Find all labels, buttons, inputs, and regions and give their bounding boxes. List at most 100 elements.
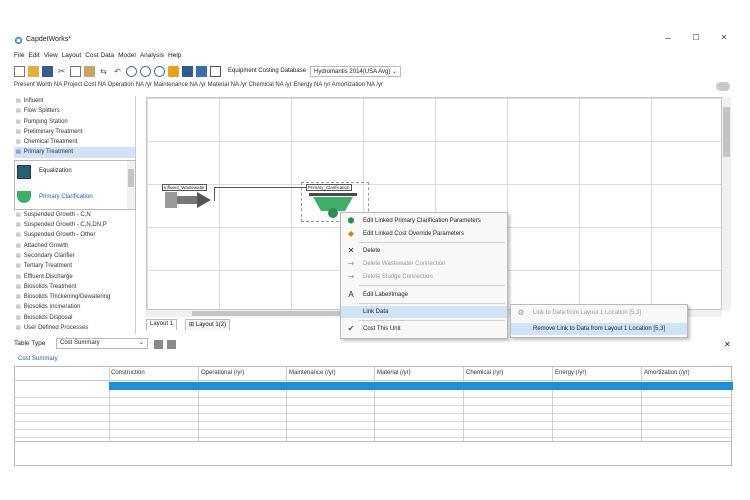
menu-view[interactable]: View [44,52,58,62]
building-icon[interactable] [210,65,221,77]
copy-icon[interactable] [70,65,81,77]
tree-item[interactable]: Suspended Growth - Other [14,230,135,240]
menu-item-cost-unit[interactable]: ✔ Cost This Unit [341,323,507,335]
menu-separator [359,320,505,321]
tab-label: Layout 1(2) [195,322,227,328]
zoom-fit-icon[interactable] [126,65,137,77]
submenu-item-remove-link[interactable]: Remove Link to Data from Layout 1 Locati… [511,323,687,335]
tree-item[interactable]: Biosolids Incineration [14,302,135,312]
vertical-scrollbar[interactable] [722,97,731,310]
menu-item-link-data[interactable]: Link Data [341,306,507,318]
menu-item-edit-params[interactable]: ⬢ Edit Linked Primary Clarification Param… [341,215,507,227]
app-icon [14,36,23,45]
table-row[interactable] [15,398,733,406]
tree-item[interactable]: Suspended Growth - C,N [14,210,135,220]
table-row[interactable] [15,390,733,398]
cut-icon[interactable]: ✂ [56,66,67,77]
table-footer-divider [15,441,731,442]
submenu-item-link[interactable]: ⚙ Link to Data from Layout 1 Location [5,… [511,307,687,319]
minimize-button[interactable]: – [660,33,676,47]
menu-help[interactable]: Help [168,52,181,62]
table-row[interactable] [15,422,733,430]
palette-scroll-thumb[interactable] [128,169,134,187]
tree-item[interactable]: Effluent Discharge [14,272,135,282]
zoom-out-icon[interactable] [154,65,165,77]
table-type-select[interactable]: Cost Summary ⌄ [56,338,148,349]
vertical-scroll-thumb[interactable] [723,107,730,157]
tree-item[interactable]: Preliminary Treatment [14,127,135,137]
column-header: Construction [111,370,145,376]
menu-layout[interactable]: Layout [62,52,82,62]
palette-item-equalization[interactable]: Equalization [17,164,125,182]
open-folder-icon[interactable] [28,65,39,77]
undo-icon[interactable]: ↶ [112,66,123,77]
menu-separator [359,242,505,243]
table-row[interactable] [15,414,733,422]
tree-item[interactable]: Chemical Treatment [14,137,135,147]
tree-item[interactable]: Biosolids Disposal [14,313,135,323]
link-data-submenu: ⚙ Link to Data from Layout 1 Location [5,… [510,304,688,338]
node-label[interactable]: Primary_Clarification [306,184,352,191]
maximize-button[interactable]: ☐ [688,33,704,47]
tree-item[interactable]: Biosolids Treatment [14,282,135,292]
tree-item[interactable]: Flow Splitters [14,106,135,116]
tree-item[interactable]: Tertiary Treatment [14,261,135,271]
menu-item-edit-cost[interactable]: ◆ Edit Linked Cost Override Parameters [341,228,507,240]
menu-item-label: Edit Linked Cost Override Parameters [363,231,465,237]
table-row[interactable] [15,406,733,414]
menu-item-label: Edit Label/Image [363,292,409,298]
connection-line[interactable] [214,187,215,201]
tree-item[interactable]: User Defined Processes [14,323,135,333]
menu-item-delete-sludge[interactable]: ⇝ Delete Sludge Connection [341,271,507,283]
run-icon[interactable] [168,65,179,77]
report-icon[interactable] [182,65,193,77]
close-button[interactable]: ✕ [716,33,732,47]
tree-item[interactable]: Biosolids Thickening/Dewatering [14,292,135,302]
menu-item-label: Link Data [363,309,389,315]
menu-item-edit-label[interactable]: A Edit Label/Image [341,289,507,301]
tree-item[interactable]: Attached Growth [14,241,135,251]
menu-cost-data[interactable]: Cost Data [85,52,114,62]
chart-icon[interactable] [196,65,207,77]
menu-item-delete-wastewater[interactable]: ⇝ Delete Wastewater Connection [341,258,507,270]
menu-edit[interactable]: Edit [28,52,39,62]
new-file-icon[interactable] [14,65,25,77]
tab-layout-1[interactable]: Layout 1 [146,319,178,330]
menu-item-label: Delete [363,248,381,254]
print-icon[interactable] [167,340,176,349]
close-panel-icon[interactable]: ✕ [724,340,731,349]
menu-model[interactable]: Model [118,52,136,62]
selected-table-row[interactable] [109,382,733,390]
tree-item[interactable]: Secondary Clarifier [14,251,135,261]
db-select-value: Hydromantis 2014(USA Avg) [314,68,391,75]
connect-icon[interactable]: ⇆ [98,66,109,77]
table-type-label: Table Type [14,340,46,347]
palette-item-primary-clarification[interactable]: Primary Clarification [17,189,125,207]
tab-layout-1-2[interactable]: ⊞ Layout 1(2) [185,319,231,330]
tree-item-selected[interactable]: Primary Treatment [14,147,135,158]
tree-item[interactable]: Pumping Station [14,117,135,127]
zoom-in-icon[interactable] [140,65,151,77]
unit-palette: Equalization Primary Clarification [14,160,136,210]
influent-pump-icon[interactable] [165,190,215,210]
cost-summary-label: Cost Summary [18,356,58,362]
text-icon: A [348,290,354,299]
column-header: Maintenance (/yr) [289,370,336,376]
table-row[interactable] [15,430,733,438]
tree-item[interactable]: Influent [14,96,135,106]
export-icon[interactable] [154,340,163,349]
window-title: CapdetWorks* [26,36,72,43]
horizontal-scroll-thumb[interactable] [192,311,342,316]
paste-icon[interactable] [84,65,95,77]
grid-icon: ⊞ [189,322,196,328]
menu-file[interactable]: File [14,52,24,62]
menu-item-delete[interactable]: ✕ Delete [341,245,507,257]
column-header: Material (/yr) [377,370,411,376]
save-icon[interactable] [42,65,53,77]
db-select[interactable]: Hydromantis 2014(USA Avg) ⌄ [310,65,402,77]
tree-item[interactable]: Suspended Growth - C,N,DN,P [14,220,135,230]
menu-analysis[interactable]: Analysis [140,52,164,62]
palette-scrollbar[interactable] [127,161,135,209]
delete-icon: ✕ [347,246,355,255]
chevron-down-icon: ⌄ [391,68,398,75]
